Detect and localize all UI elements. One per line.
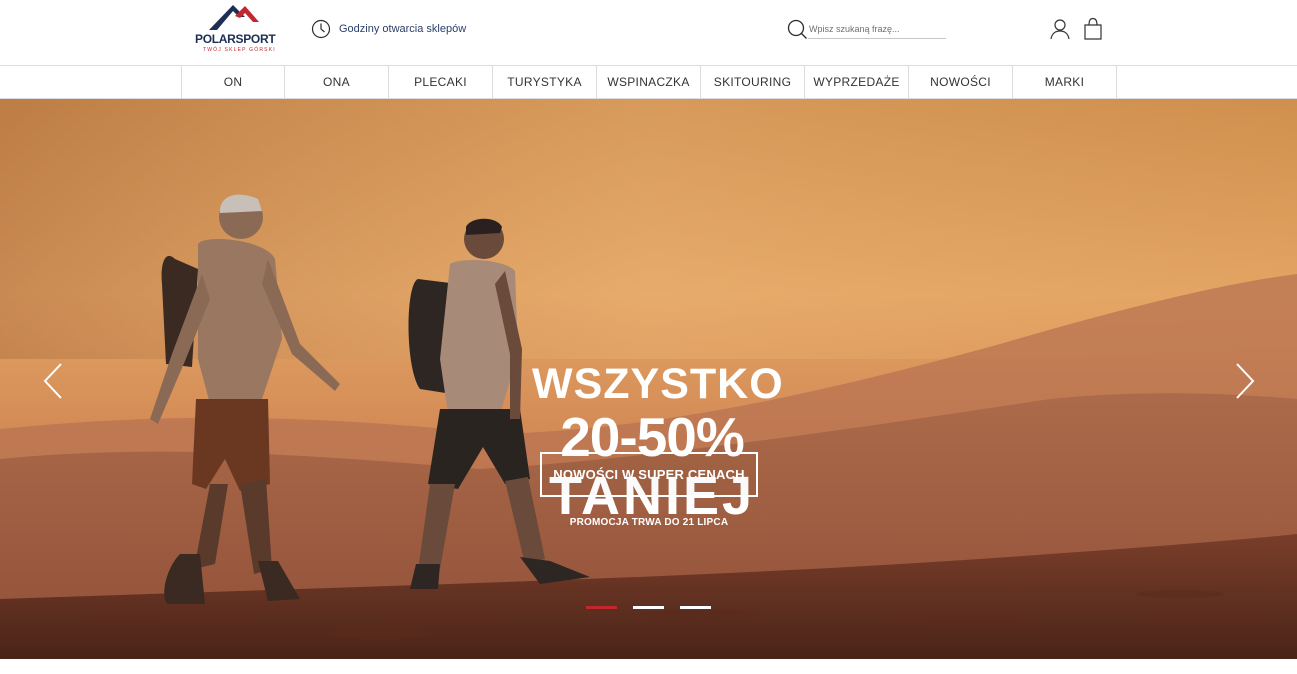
slider-pagination [586, 606, 711, 609]
site-header: POLARSPORT TWÓJ SKLEP GÓRSKI Godziny otw… [0, 0, 1297, 66]
mountain-logo-icon [209, 5, 259, 30]
store-hours-label: Godziny otwarcia sklepów [339, 23, 467, 35]
polarsport-logo[interactable]: POLARSPORT TWÓJ SKLEP GÓRSKI [195, 4, 281, 58]
nav-item-on[interactable]: ON [182, 66, 285, 98]
nav-item-nowości[interactable]: NOWOŚCI [909, 66, 1013, 98]
search-input[interactable] [808, 20, 946, 39]
nav-item-wyprzedaże[interactable]: WYPRZEDAŻE [805, 66, 909, 98]
slider-next-button[interactable] [1233, 362, 1257, 400]
hero-cta-button[interactable]: NOWOŚCI W SUPER CENACH [540, 452, 758, 497]
hero-headline-line1: WSZYSTKO [532, 360, 784, 408]
store-hours-link[interactable]: Godziny otwarcia sklepów [311, 19, 466, 39]
nav-item-marki[interactable]: MARKI [1013, 66, 1117, 98]
slider-dot-1[interactable] [586, 606, 617, 609]
nav-item-plecaki[interactable]: PLECAKI [389, 66, 493, 98]
clock-icon [311, 19, 331, 39]
brand-name: POLARSPORT [195, 32, 276, 46]
brand-tagline: TWÓJ SKLEP GÓRSKI [203, 47, 276, 53]
account-button[interactable] [1049, 18, 1071, 45]
cart-button[interactable] [1083, 17, 1103, 46]
hero-slider: WSZYSTKO 20-50% TANIEJ NOWOŚCI W SUPER C… [0, 99, 1297, 659]
user-icon [1050, 19, 1070, 40]
main-navigation: ON ONA PLECAKI TURYSTYKA WSPINACZKA SKITOURIN… [0, 66, 1297, 99]
nav-item-wspinaczka[interactable]: WSPINACZKA [597, 66, 701, 98]
slider-dot-3[interactable] [680, 606, 711, 609]
nav-item-ona[interactable]: ONA [285, 66, 389, 98]
slider-prev-button[interactable] [41, 362, 65, 400]
brand-name-part1: POLAR [195, 32, 236, 46]
nav-item-skitouring[interactable]: SKITOURING [701, 66, 805, 98]
main-nav-list: ON ONA PLECAKI TURYSTYKA WSPINACZKA SKITOURIN… [181, 66, 1117, 98]
nav-item-turystyka[interactable]: TURYSTYKA [493, 66, 597, 98]
chevron-left-icon [43, 363, 62, 399]
brand-name-part2: SPORT [235, 32, 276, 46]
hero-promo-text: PROMOCJA TRWA DO 21 LIPCA [569, 517, 729, 528]
hero-headline: WSZYSTKO 20-50% TANIEJ [532, 360, 784, 524]
search-icon[interactable] [786, 18, 808, 40]
search-box [786, 18, 948, 40]
chevron-right-icon [1236, 363, 1255, 399]
shopping-bag-icon [1084, 17, 1102, 40]
slider-dot-2[interactable] [633, 606, 664, 609]
